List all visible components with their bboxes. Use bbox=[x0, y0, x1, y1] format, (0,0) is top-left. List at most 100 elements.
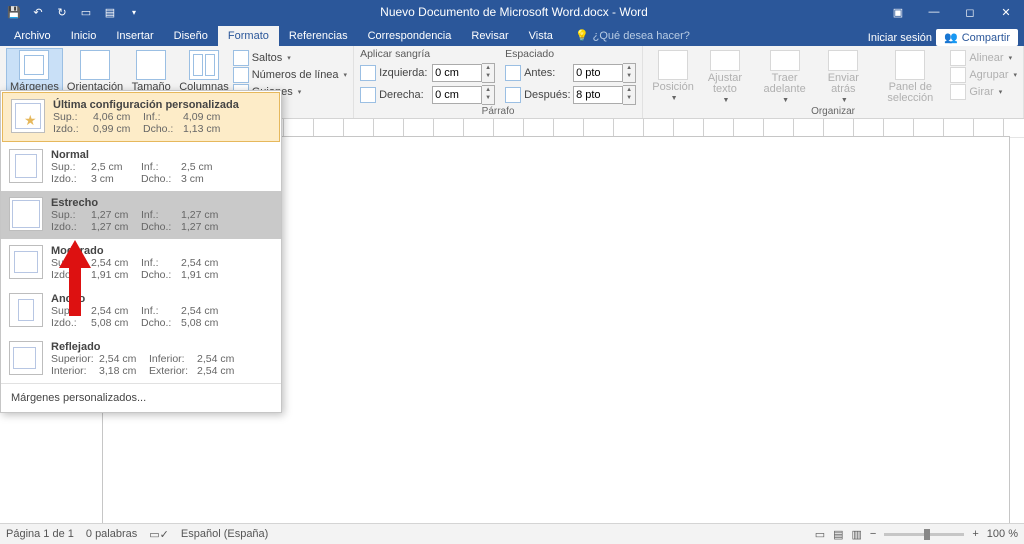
wrap-icon bbox=[710, 50, 740, 71]
tell-me[interactable]: 💡¿Qué desea hacer? bbox=[571, 25, 694, 46]
margin-preview-icon bbox=[9, 197, 43, 231]
group-label-paragraph: Párrafo bbox=[354, 106, 642, 117]
print-layout-icon[interactable]: ▤ bbox=[833, 528, 843, 541]
orientation-icon bbox=[80, 50, 110, 80]
selection-pane-button: Panel de selección bbox=[870, 48, 950, 108]
indent-heading: Aplicar sangría bbox=[360, 48, 495, 60]
spacing-before-icon bbox=[505, 65, 521, 81]
align-icon bbox=[950, 50, 966, 66]
tab-revisar[interactable]: Revisar bbox=[461, 26, 518, 46]
language-indicator[interactable]: Español (España) bbox=[181, 528, 268, 540]
tab-formato[interactable]: Formato bbox=[218, 26, 279, 46]
zoom-in-icon[interactable]: + bbox=[972, 528, 978, 540]
spacing-heading: Espaciado bbox=[505, 48, 636, 60]
tab-correspondencia[interactable]: Correspondencia bbox=[358, 26, 462, 46]
rotate-button: Girar▾ bbox=[950, 84, 1017, 100]
page-indicator[interactable]: Página 1 de 1 bbox=[6, 528, 74, 540]
word-count[interactable]: 0 palabras bbox=[86, 528, 137, 540]
margin-preview-icon bbox=[9, 245, 43, 279]
quick-access-toolbar: 💾 ↶ ↻ ▭ ▤ ▾ bbox=[0, 2, 148, 22]
margin-option-title: Ancho bbox=[51, 293, 85, 305]
margin-option-last[interactable]: ★ Última configuración personalizada Sup… bbox=[2, 92, 280, 142]
tab-referencias[interactable]: Referencias bbox=[279, 26, 358, 46]
undo-icon[interactable]: ↶ bbox=[28, 2, 48, 22]
group-icon bbox=[950, 67, 966, 83]
margin-option-mirrored[interactable]: Reflejado Superior:2,54 cm Inferior:2,54… bbox=[1, 335, 281, 383]
margin-option-title: Normal bbox=[51, 149, 89, 161]
group-button: Agrupar▾ bbox=[950, 67, 1017, 83]
margin-preview-icon bbox=[9, 341, 43, 375]
margin-option-title: Estrecho bbox=[51, 197, 98, 209]
ribbon-tabs: Archivo Inicio Insertar Diseño Formato R… bbox=[0, 24, 1024, 46]
spacing-after-input[interactable]: ▲▼ bbox=[573, 85, 636, 105]
zoom-out-icon[interactable]: − bbox=[870, 528, 876, 540]
align-button: Alinear▾ bbox=[950, 50, 1017, 66]
line-numbers-icon bbox=[233, 67, 249, 83]
share-icon: 👥 bbox=[944, 31, 958, 44]
margin-option-title: Última configuración personalizada bbox=[53, 99, 239, 111]
tab-archivo[interactable]: Archivo bbox=[4, 26, 61, 46]
margin-preview-icon bbox=[9, 293, 43, 327]
new-icon[interactable]: ▭ bbox=[76, 2, 96, 22]
close-icon[interactable]: ✕ bbox=[988, 2, 1024, 22]
sign-in-link[interactable]: Iniciar sesión bbox=[868, 32, 932, 44]
bring-forward-button: Traer adelante▼ bbox=[753, 48, 817, 108]
columns-icon bbox=[189, 50, 219, 80]
read-mode-icon[interactable]: ▭ bbox=[815, 528, 825, 541]
group-label-arrange: Organizar bbox=[643, 106, 1023, 117]
indent-right-label: Derecha: bbox=[379, 89, 429, 101]
maximize-icon[interactable]: ◻ bbox=[952, 2, 988, 22]
indent-right-input[interactable]: ▲▼ bbox=[432, 85, 495, 105]
margin-option-normal[interactable]: Normal Sup.:2,5 cm Inf.:2,5 cm Izdo.:3 c… bbox=[1, 143, 281, 191]
size-icon bbox=[136, 50, 166, 80]
ribbon-display-icon[interactable]: ▣ bbox=[880, 2, 916, 22]
status-bar: Página 1 de 1 0 palabras ▭✓ Español (Esp… bbox=[0, 523, 1024, 544]
rotate-icon bbox=[950, 84, 966, 100]
redo-icon[interactable]: ↻ bbox=[52, 2, 72, 22]
breaks-icon bbox=[233, 50, 249, 66]
margin-option-title: Moderado bbox=[51, 245, 104, 257]
open-icon[interactable]: ▤ bbox=[100, 2, 120, 22]
send-back-button: Enviar atrás▼ bbox=[816, 48, 870, 108]
back-icon bbox=[828, 50, 858, 71]
forward-icon bbox=[770, 50, 800, 71]
tab-vista[interactable]: Vista bbox=[519, 26, 563, 46]
qat-customize-icon[interactable]: ▾ bbox=[124, 2, 144, 22]
group-arrange: Posición▼ Ajustar texto▼ Traer adelante▼… bbox=[643, 46, 1024, 118]
pane-icon bbox=[895, 50, 925, 80]
zoom-slider[interactable] bbox=[884, 533, 964, 536]
proofing-icon[interactable]: ▭✓ bbox=[149, 528, 169, 541]
indent-left-label: Izquierda: bbox=[379, 67, 429, 79]
share-button[interactable]: 👥Compartir bbox=[936, 29, 1018, 46]
margin-option-narrow[interactable]: Estrecho Sup.:1,27 cm Inf.:1,27 cm Izdo.… bbox=[1, 191, 281, 239]
position-icon bbox=[658, 50, 688, 80]
breaks-button[interactable]: Saltos▾ bbox=[233, 50, 347, 66]
spacing-after-icon bbox=[505, 87, 521, 103]
spacing-before-input[interactable]: ▲▼ bbox=[573, 63, 636, 83]
margin-option-moderate[interactable]: Moderado Sup.:2,54 cm Inf.:2,54 cm Izdo.… bbox=[1, 239, 281, 287]
window-title: Nuevo Documento de Microsoft Word.docx -… bbox=[148, 5, 880, 19]
tab-inicio[interactable]: Inicio bbox=[61, 26, 107, 46]
line-numbers-button[interactable]: Números de línea▾ bbox=[233, 67, 347, 83]
save-icon[interactable]: 💾 bbox=[4, 2, 24, 22]
zoom-level[interactable]: 100 % bbox=[987, 528, 1018, 540]
title-bar: 💾 ↶ ↻ ▭ ▤ ▾ Nuevo Documento de Microsoft… bbox=[0, 0, 1024, 24]
wrap-text-button: Ajustar texto▼ bbox=[697, 48, 753, 108]
spacing-before-label: Antes: bbox=[524, 67, 570, 79]
margins-icon bbox=[19, 50, 49, 80]
margin-option-wide[interactable]: Ancho Sup.:2,54 cm Inf.:2,54 cm Izdo.:5,… bbox=[1, 287, 281, 335]
indent-left-icon bbox=[360, 65, 376, 81]
tab-insertar[interactable]: Insertar bbox=[106, 26, 163, 46]
margin-preview-icon bbox=[9, 149, 43, 183]
web-layout-icon[interactable]: ▥ bbox=[852, 528, 862, 541]
margins-dropdown: ★ Última configuración personalizada Sup… bbox=[0, 90, 282, 413]
group-paragraph: Aplicar sangría Izquierda:▲▼ Derecha:▲▼ … bbox=[354, 46, 643, 118]
custom-margins-button[interactable]: Márgenes personalizados... bbox=[1, 384, 281, 412]
minimize-icon[interactable]: — bbox=[916, 2, 952, 22]
indent-left-input[interactable]: ▲▼ bbox=[432, 63, 495, 83]
window-controls: ▣ — ◻ ✕ bbox=[880, 2, 1024, 22]
tab-diseno[interactable]: Diseño bbox=[164, 26, 218, 46]
margin-preview-icon: ★ bbox=[11, 99, 45, 133]
indent-right-icon bbox=[360, 87, 376, 103]
bulb-icon: 💡 bbox=[575, 29, 589, 42]
